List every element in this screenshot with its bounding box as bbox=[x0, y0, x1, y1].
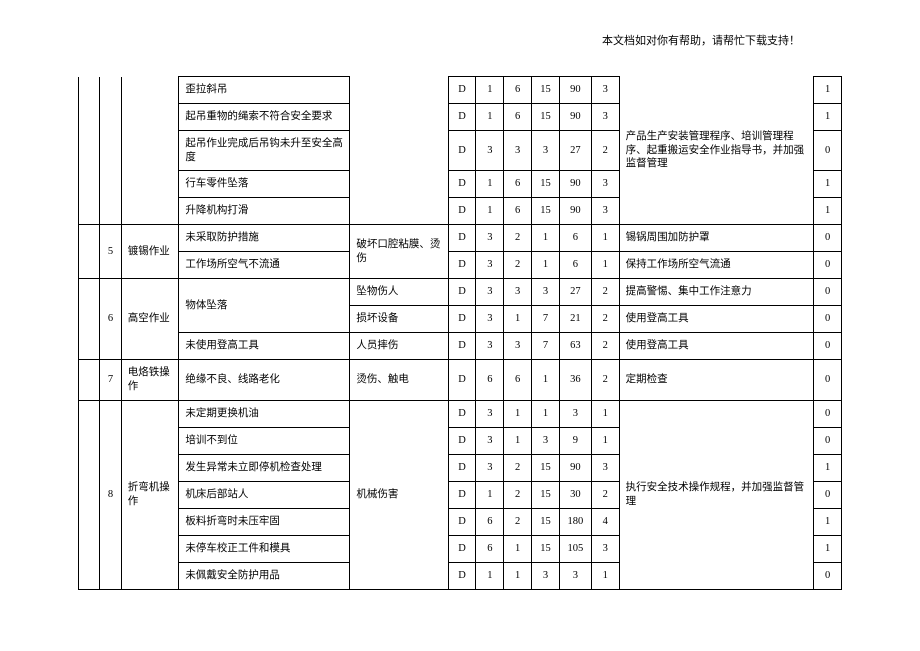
cell-cause: 歪拉斜吊 bbox=[179, 77, 350, 104]
cell-measure: 提高警惕、集中工作注意力 bbox=[619, 279, 813, 306]
cell-num: 8 bbox=[100, 400, 121, 589]
cell-activity: 电烙铁操作 bbox=[121, 360, 179, 400]
cell-consequence: 损坏设备 bbox=[350, 306, 448, 333]
risk-table-wrap: 歪拉斜吊 D 1 6 15 90 3 产品生产安装管理程序、培训管理程序、起重搬… bbox=[78, 76, 842, 590]
cell-idx bbox=[79, 360, 100, 400]
cell-last: 1 bbox=[814, 77, 842, 104]
table-row: 未使用登高工具 人员摔伤 D337632 使用登高工具 0 bbox=[79, 333, 842, 360]
cell-num bbox=[100, 77, 121, 225]
table-row: 5 镀锡作业 未采取防护措施 破坏口腔粘膜、烫伤 D32161 锡锅周围加防护罩… bbox=[79, 225, 842, 252]
cell-idx bbox=[79, 279, 100, 360]
cell-measure: 产品生产安装管理程序、培训管理程序、起重搬运安全作业指导书，并加强监督管理 bbox=[619, 77, 813, 225]
cell-measure: 执行安全技术操作规程，并加强监督管理 bbox=[619, 400, 813, 589]
cell-consequence bbox=[350, 77, 448, 225]
cell-cause: 机床后部站人 bbox=[179, 481, 350, 508]
cell-activity: 镀锡作业 bbox=[121, 225, 179, 279]
cell-cause: 发生异常未立即停机检查处理 bbox=[179, 454, 350, 481]
cell-measure: 定期检查 bbox=[619, 360, 813, 400]
cell-activity bbox=[121, 77, 179, 225]
cell-num: 7 bbox=[100, 360, 121, 400]
cell-measure: 使用登高工具 bbox=[619, 306, 813, 333]
cell-cause: 工作场所空气不流通 bbox=[179, 252, 350, 279]
cell-idx bbox=[79, 225, 100, 279]
cell-consequence: 破坏口腔粘膜、烫伤 bbox=[350, 225, 448, 279]
cell-consequence: 烫伤、触电 bbox=[350, 360, 448, 400]
cell-activity: 折弯机操作 bbox=[121, 400, 179, 589]
cell-cause: 未停车校正工件和模具 bbox=[179, 535, 350, 562]
table-row: 8 折弯机操作 未定期更换机油 机械伤害 D31131 执行安全技术操作规程，并… bbox=[79, 400, 842, 427]
cell-v3: 15 bbox=[532, 77, 560, 104]
cell-cause: 未使用登高工具 bbox=[179, 333, 350, 360]
cell-cause: 未采取防护措施 bbox=[179, 225, 350, 252]
cell-cause: 物体坠落 bbox=[179, 279, 350, 333]
cell-cause: 起吊作业完成后吊钩未升至安全高度 bbox=[179, 131, 350, 171]
cell-consequence: 机械伤害 bbox=[350, 400, 448, 589]
table-row: 6 高空作业 物体坠落 坠物伤人 D333272 提高警惕、集中工作注意力 0 bbox=[79, 279, 842, 306]
cell-cause: 行车零件坠落 bbox=[179, 171, 350, 198]
cell-idx bbox=[79, 400, 100, 589]
cell-measure: 锡锅周围加防护罩 bbox=[619, 225, 813, 252]
cell-d: D bbox=[448, 77, 476, 104]
cell-cause: 未定期更换机油 bbox=[179, 400, 350, 427]
cell-measure: 保持工作场所空气流通 bbox=[619, 252, 813, 279]
cell-v2: 6 bbox=[504, 77, 532, 104]
cell-consequence: 人员摔伤 bbox=[350, 333, 448, 360]
cell-idx bbox=[79, 77, 100, 225]
cell-v5: 3 bbox=[591, 77, 619, 104]
cell-cause: 培训不到位 bbox=[179, 427, 350, 454]
cell-v1: 1 bbox=[476, 77, 504, 104]
table-row: 歪拉斜吊 D 1 6 15 90 3 产品生产安装管理程序、培训管理程序、起重搬… bbox=[79, 77, 842, 104]
table-row: 工作场所空气不流通 D32161 保持工作场所空气流通 0 bbox=[79, 252, 842, 279]
risk-table: 歪拉斜吊 D 1 6 15 90 3 产品生产安装管理程序、培训管理程序、起重搬… bbox=[78, 76, 842, 590]
cell-cause: 升降机构打滑 bbox=[179, 198, 350, 225]
cell-consequence: 坠物伤人 bbox=[350, 279, 448, 306]
cell-v4: 90 bbox=[559, 77, 591, 104]
cell-cause: 绝缘不良、线路老化 bbox=[179, 360, 350, 400]
table-row: 7 电烙铁操作 绝缘不良、线路老化 烫伤、触电 D661362 定期检查 0 bbox=[79, 360, 842, 400]
cell-cause: 板料折弯时未压牢固 bbox=[179, 508, 350, 535]
cell-activity: 高空作业 bbox=[121, 279, 179, 360]
cell-measure: 使用登高工具 bbox=[619, 333, 813, 360]
cell-cause: 起吊重物的绳索不符合安全要求 bbox=[179, 104, 350, 131]
cell-cause: 未佩戴安全防护用品 bbox=[179, 562, 350, 589]
header-note: 本文档如对你有帮助，请帮忙下载支持！ bbox=[602, 32, 800, 48]
cell-num: 5 bbox=[100, 225, 121, 279]
cell-num: 6 bbox=[100, 279, 121, 360]
